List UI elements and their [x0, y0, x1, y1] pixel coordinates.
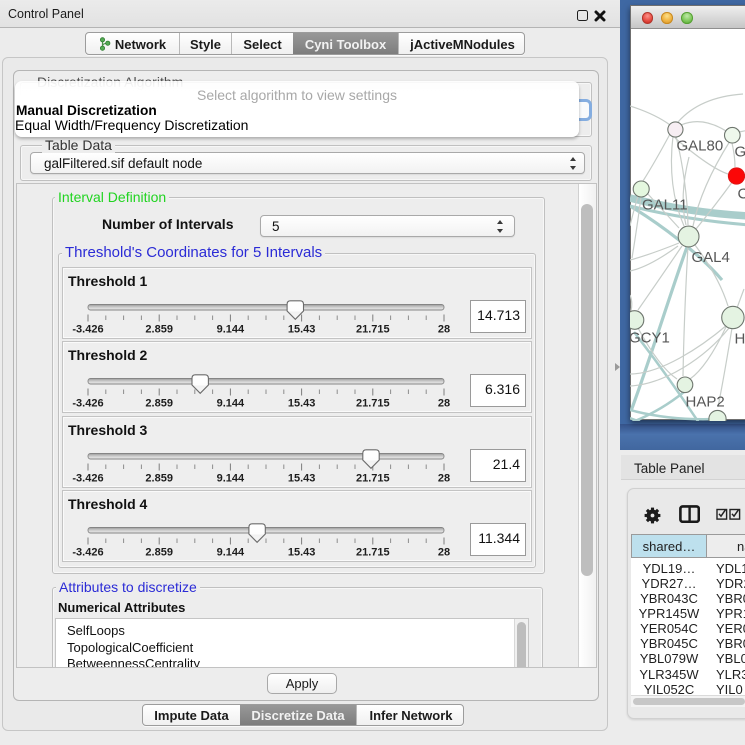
svg-text:HAP2: HAP2 — [686, 394, 725, 411]
svg-text:GAL11: GAL11 — [642, 197, 688, 214]
svg-text:GAL4: GAL4 — [692, 249, 730, 266]
svg-text:GA: GA — [735, 144, 745, 161]
svg-text:H: H — [735, 331, 745, 348]
svg-text:GCY1: GCY1 — [630, 330, 670, 347]
svg-text:C: C — [738, 186, 745, 203]
svg-text:GAL80: GAL80 — [677, 138, 724, 155]
